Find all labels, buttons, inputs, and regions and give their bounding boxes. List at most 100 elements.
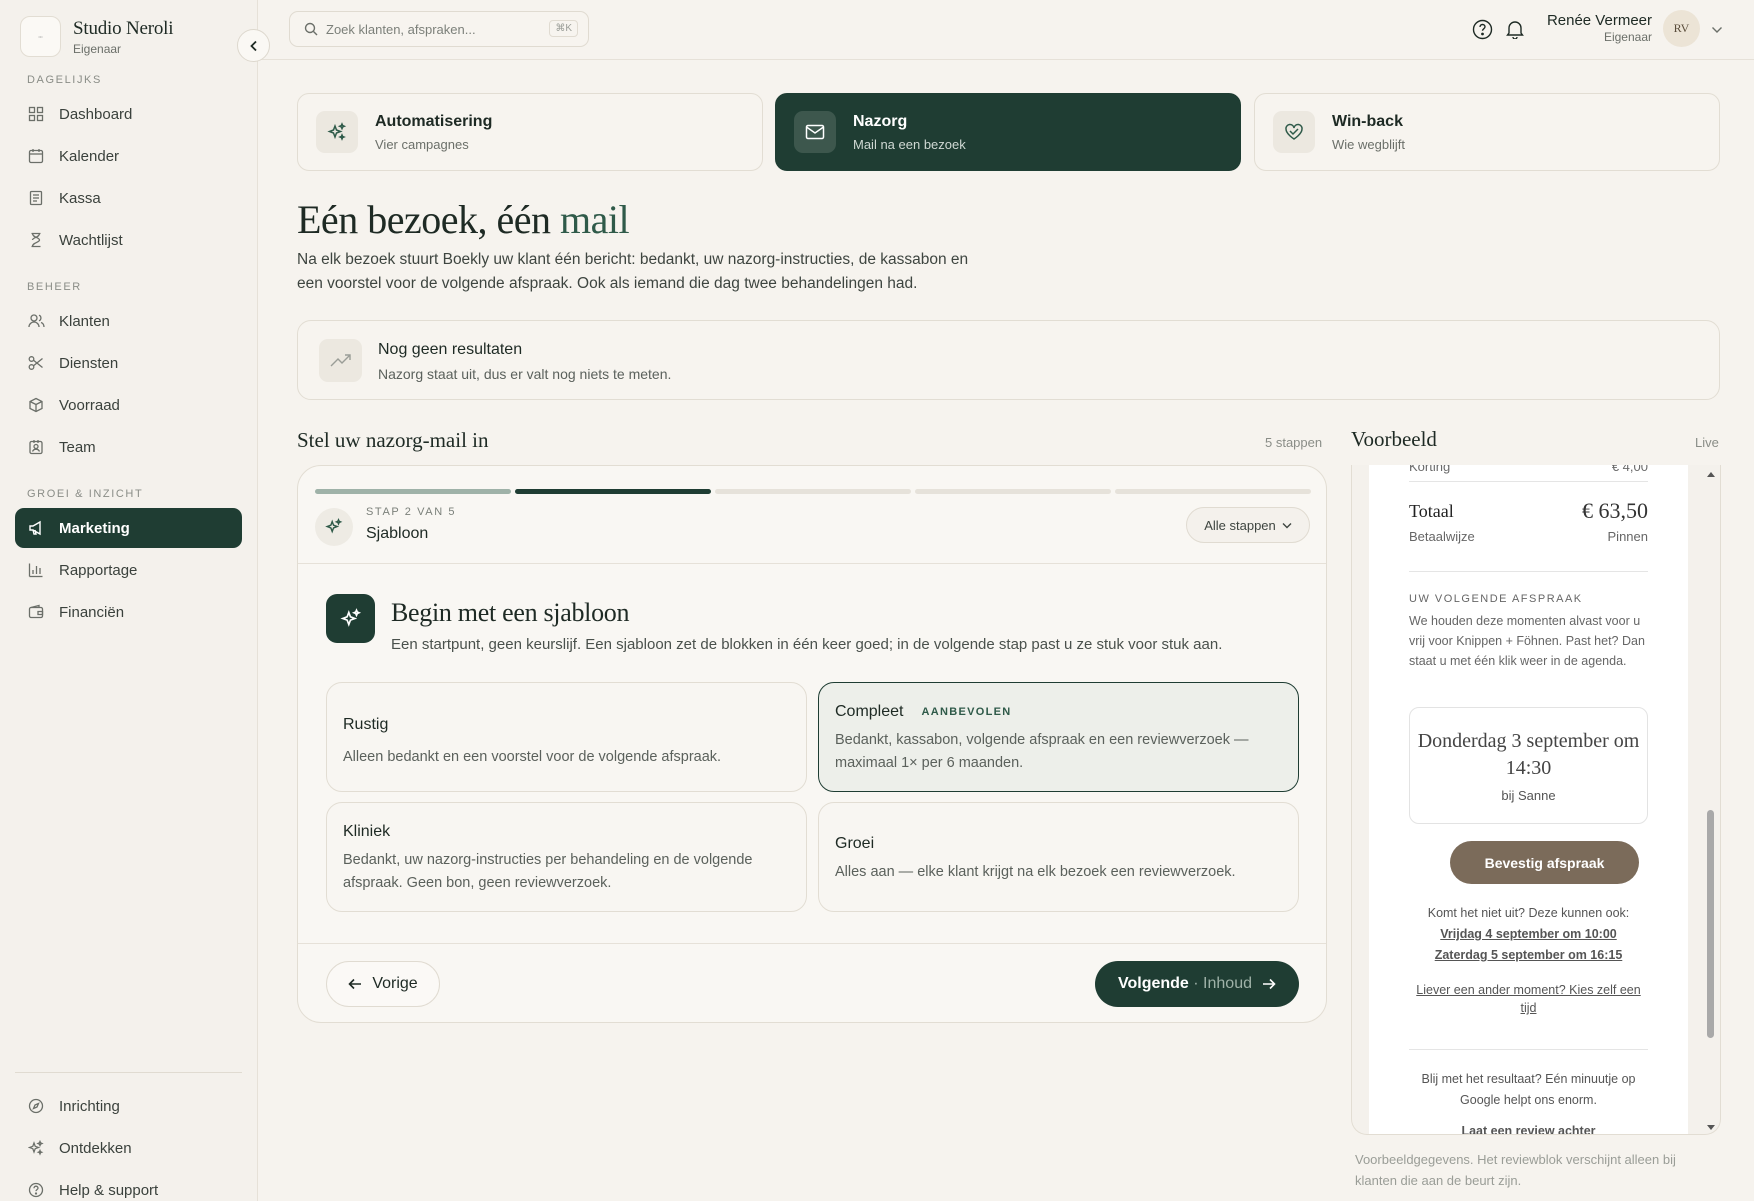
template-option-rustig[interactable]: Rustig Alleen bedankt en een voorstel vo…	[326, 682, 807, 792]
appointment-staff: bij Sanne	[1501, 788, 1556, 803]
sidebar-item-ontdekken[interactable]: Ontdekken	[15, 1128, 242, 1168]
sparkles-icon	[316, 111, 358, 153]
sidebar-item-marketing[interactable]: Marketing	[15, 508, 242, 548]
step-name: Sjabloon	[366, 525, 429, 542]
progress-step-2[interactable]	[515, 489, 711, 494]
review-text: Blij met het resultaat? Eén minuutje op …	[1421, 1072, 1636, 1107]
divider	[1409, 1049, 1648, 1050]
progress-step-4[interactable]	[915, 489, 1111, 494]
all-steps-label: Alle stappen	[1204, 517, 1276, 533]
chevron-left-icon	[249, 40, 257, 51]
preview-scrollbar-thumb[interactable]	[1707, 810, 1714, 1038]
avatar[interactable]: RV	[1663, 10, 1700, 47]
sidebar-item-help[interactable]: Help & support	[15, 1170, 242, 1201]
next-appointment-text: We houden deze momenten alvast voor u vr…	[1409, 614, 1645, 668]
sidebar-item-rapportage[interactable]: Rapportage	[15, 550, 242, 590]
user-name[interactable]: Renée Vermeer	[1547, 12, 1652, 29]
next-label: Volgende	[1118, 975, 1189, 992]
sidebar-item-dashboard[interactable]: Dashboard	[15, 94, 242, 134]
help-icon[interactable]	[1471, 18, 1493, 40]
sparkles-icon	[315, 508, 353, 546]
recommended-badge: AANBEVOLEN	[921, 706, 1012, 718]
alternative-slot-2[interactable]: Zaterdag 5 september om 16:15	[1369, 948, 1688, 962]
sidebar-item-label: Kalender	[59, 147, 120, 165]
calendar-icon	[27, 147, 45, 165]
all-steps-dropdown[interactable]: Alle stappen	[1186, 507, 1310, 543]
next-appointment-label: UW VOLGENDE AFSPRAAK	[1409, 593, 1583, 605]
sidebar-item-label: Ontdekken	[59, 1139, 132, 1157]
sidebar-item-voorraad[interactable]: Voorraad	[15, 385, 242, 425]
sidebar-item-inrichting[interactable]: Inrichting	[15, 1086, 242, 1126]
sparkles-icon	[326, 594, 375, 643]
search-input[interactable]: Zoek klanten, afspraken... ⌘K	[289, 11, 589, 47]
sidebar-item-label: Kassa	[59, 189, 101, 207]
divider	[1409, 481, 1648, 482]
progress-step-5[interactable]	[1115, 489, 1311, 494]
tab-subtitle: Mail na een bezoek	[853, 136, 966, 152]
appointment-card: Donderdag 3 september om 14:30 bij Sanne	[1409, 707, 1648, 824]
option-description: Bedankt, kassabon, volgende afspraak en …	[835, 732, 1249, 771]
sidebar-item-financien[interactable]: Financiën	[15, 592, 242, 632]
sidebar-item-kalender[interactable]: Kalender	[15, 136, 242, 176]
template-option-compleet[interactable]: Compleet AANBEVOLEN Bedankt, kassabon, v…	[818, 682, 1299, 792]
collapse-sidebar-button[interactable]	[237, 29, 270, 62]
sidebar: ••• Studio Neroli Eigenaar DAGELIJKS Das…	[0, 0, 258, 1201]
page-title-accent: mail	[559, 197, 630, 242]
box-icon	[27, 396, 45, 414]
section-label-growth: GROEI & INZICHT	[27, 488, 144, 500]
sidebar-item-label: Help & support	[59, 1181, 159, 1199]
confirm-appointment-button[interactable]: Bevestig afspraak	[1450, 841, 1639, 884]
tab-title: Automatisering	[375, 112, 493, 130]
sidebar-item-wachtlijst[interactable]: Wachtlijst	[15, 220, 242, 260]
total-value: € 63,50	[1582, 498, 1648, 523]
sparkles-icon	[27, 1139, 45, 1157]
sidebar-item-kassa[interactable]: Kassa	[15, 178, 242, 218]
step-progress	[315, 489, 1311, 494]
option-title: Compleet	[835, 703, 904, 720]
next-button[interactable]: Volgende · Inhoud	[1095, 961, 1299, 1007]
previous-button[interactable]: Vorige	[326, 961, 440, 1007]
tab-nazorg[interactable]: Nazorg Mail na een bezoek	[775, 93, 1241, 171]
brand-logo: •••	[20, 16, 61, 57]
sidebar-item-klanten[interactable]: Klanten	[15, 301, 242, 341]
sidebar-item-team[interactable]: Team	[15, 427, 242, 467]
next-sublabel: · Inhoud	[1193, 975, 1252, 992]
total-label: Totaal	[1409, 501, 1454, 521]
progress-step-1[interactable]	[315, 489, 511, 494]
help-icon	[27, 1181, 45, 1199]
tab-win-back[interactable]: Win-back Wie wegblijft	[1254, 93, 1720, 171]
bell-icon[interactable]	[1504, 18, 1526, 40]
sidebar-divider	[15, 1072, 242, 1073]
arrow-left-icon	[348, 978, 362, 990]
sidebar-item-diensten[interactable]: Diensten	[15, 343, 242, 383]
sidebar-item-label: Marketing	[59, 519, 130, 537]
section-label-manage: BEHEER	[27, 281, 82, 293]
scissors-icon	[27, 354, 45, 372]
tab-title: Nazorg	[853, 112, 908, 130]
payment-label: Betaalwijze	[1409, 529, 1475, 544]
sidebar-item-label: Klanten	[59, 312, 110, 330]
alternative-intro: Komt het niet uit? Deze kunnen ook:	[1427, 906, 1630, 920]
choose-own-time-link[interactable]: Liever een ander moment? Kies zelf een t…	[1409, 981, 1648, 1017]
divider	[298, 943, 1326, 944]
template-option-kliniek[interactable]: Kliniek Bedankt, uw nazorg-instructies p…	[326, 802, 807, 912]
leave-review-link[interactable]: Laat een review achter	[1369, 1124, 1688, 1134]
chevron-down-icon[interactable]	[1711, 21, 1723, 39]
badge-icon	[27, 438, 45, 456]
progress-step-3[interactable]	[715, 489, 911, 494]
preview-frame[interactable]: Korting € 4,00 Totaal € 63,50 Betaalwijz…	[1351, 465, 1721, 1135]
template-option-groei[interactable]: Groei Alles aan — elke klant krijgt na e…	[818, 802, 1299, 912]
chevron-down-icon	[1282, 522, 1292, 528]
sidebar-item-label: Dashboard	[59, 105, 133, 123]
search-icon	[304, 22, 318, 36]
search-placeholder: Zoek klanten, afspraken...	[326, 21, 476, 37]
search-shortcut: ⌘K	[549, 20, 578, 37]
alternative-slot-1[interactable]: Vrijdag 4 september om 10:00	[1369, 927, 1688, 941]
page-title: Eén bezoek, één mail	[297, 196, 630, 243]
brand[interactable]: ••• Studio Neroli Eigenaar	[20, 16, 174, 57]
user-role: Eigenaar	[1603, 30, 1652, 44]
page-description: Na elk bezoek stuurt Boekly uw klant één…	[297, 251, 969, 292]
page-title-main: Eén bezoek, één	[297, 197, 551, 242]
section-label-daily: DAGELIJKS	[27, 74, 102, 86]
tab-automatisering[interactable]: Automatisering Vier campagnes	[297, 93, 763, 171]
